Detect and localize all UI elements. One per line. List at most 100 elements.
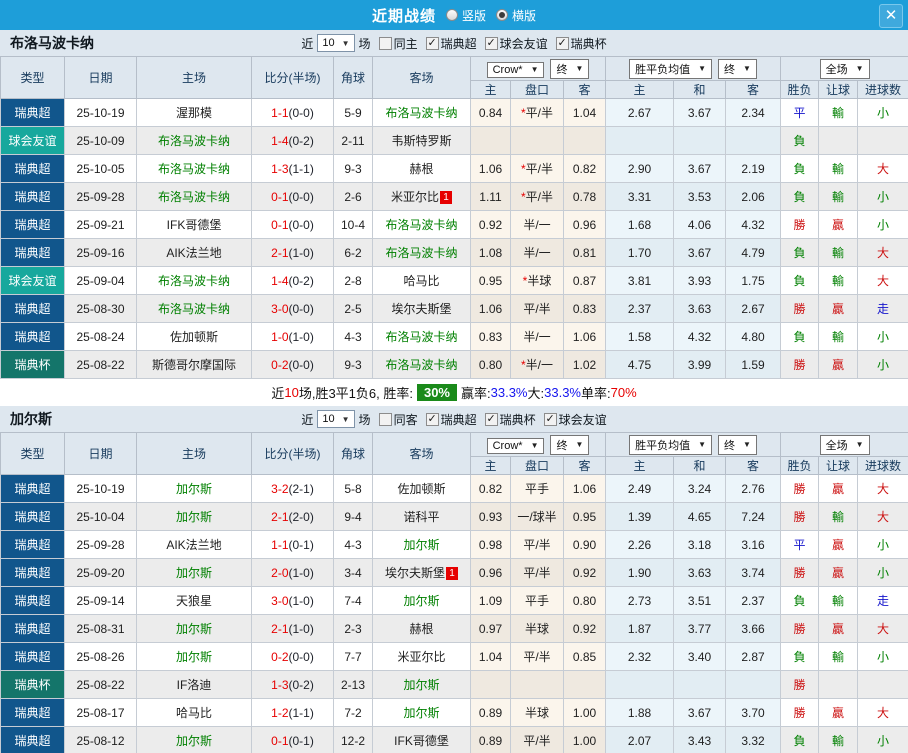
- league-badge: 瑞典杯: [0, 350, 65, 379]
- filter-suffix-label: 场: [358, 36, 371, 51]
- avg-odds-group: 胜平负均值 ▼ 终 ▼: [605, 56, 782, 81]
- result-handicap: 贏: [818, 350, 859, 379]
- away-team: 赫根: [372, 614, 471, 643]
- result-goals: 大: [857, 698, 908, 727]
- avg-stage-select[interactable]: 终 ▼: [718, 58, 757, 79]
- match-date: 25-08-22: [64, 670, 137, 699]
- filter-checkbox-瑞典超[interactable]: [425, 36, 439, 50]
- league-badge: 瑞典超: [0, 154, 65, 183]
- match-date: 25-08-26: [64, 642, 137, 671]
- filter-checkbox-同主[interactable]: [378, 36, 392, 50]
- avg-stage-select[interactable]: 终 ▼: [718, 434, 757, 455]
- halftime-score: (0-0): [288, 189, 314, 204]
- filter-prefix-label: 近: [301, 412, 314, 427]
- layout-option-vertical[interactable]: 竖版: [445, 7, 486, 24]
- result-goals: 走: [857, 586, 908, 615]
- chevron-down-icon: ▼: [530, 441, 539, 450]
- corner-count: 2-11: [333, 126, 373, 155]
- avg-draw-odds: [673, 126, 727, 155]
- handicap-text: 半/一: [523, 246, 551, 260]
- bookmaker-select[interactable]: Crow* ▼: [486, 61, 545, 78]
- result-goals: 小: [857, 530, 908, 559]
- column-header-类型: 类型: [0, 56, 65, 99]
- halftime-score: (0-1): [288, 537, 314, 552]
- league-badge: 瑞典超: [0, 322, 65, 351]
- period-select-value: 全场: [825, 439, 848, 452]
- avg-odds-select[interactable]: 胜平负均值 ▼: [629, 434, 713, 455]
- halftime-score: (2-0): [288, 509, 314, 524]
- home-team: 加尔斯: [136, 614, 252, 643]
- layout-option-horizontal[interactable]: 横版: [496, 7, 536, 24]
- column-header-客场: 客场: [372, 56, 471, 99]
- fulltime-score: 2-0: [271, 565, 289, 580]
- sub-header-让球: 让球: [818, 456, 859, 475]
- result-goals: [857, 670, 908, 699]
- result-goals: [857, 126, 908, 155]
- filter-checkbox-瑞典杯[interactable]: [555, 36, 569, 50]
- filter-checkbox-球会友谊[interactable]: [484, 36, 498, 50]
- filter-checkbox-瑞典超[interactable]: [425, 412, 439, 426]
- horizontal-radio-icon[interactable]: [496, 9, 508, 21]
- avg-draw-odds: 3.18: [673, 530, 727, 559]
- crown-away-odds: 1.02: [562, 350, 607, 379]
- score: 1-1(0-1): [251, 530, 334, 559]
- filter-checkbox-瑞典杯[interactable]: [484, 412, 498, 426]
- result-handicap: 輸: [818, 182, 859, 211]
- filter-suffix-label: 场: [358, 412, 371, 427]
- home-team: 斯德哥尔摩国际: [136, 350, 252, 379]
- chevron-down-icon: ▼: [698, 440, 707, 449]
- sub-header-客: 客: [562, 456, 607, 475]
- odds-stage-select[interactable]: 终 ▼: [550, 58, 590, 79]
- match-date: 25-09-14: [64, 586, 137, 615]
- avg-odds-select[interactable]: 胜平负均值 ▼: [629, 58, 713, 79]
- corner-count: 7-7: [333, 642, 373, 671]
- corner-count: 9-3: [333, 154, 373, 183]
- away-team: IFK哥德堡: [372, 726, 471, 753]
- summary-text: 33.3%: [490, 385, 528, 400]
- avg-odds-select-value: 胜平负均值: [635, 439, 691, 452]
- avg-home-odds: 1.58: [605, 322, 675, 351]
- fulltime-score: 0-2: [271, 357, 289, 372]
- match-count-select[interactable]: 10 ▼: [317, 410, 355, 428]
- avg-draw-odds: 4.06: [673, 210, 727, 239]
- table-row: 瑞典超 25-10-19 渥那模 1-1(0-0) 5-9 布洛马波卡纳 0.84 *平/半 1…: [0, 98, 908, 127]
- handicap-line: *平/半: [510, 98, 564, 127]
- filter-prefix-label: 近: [301, 36, 314, 51]
- avg-away-odds: 3.74: [725, 558, 782, 587]
- result-goals: 大: [857, 502, 908, 531]
- period-select[interactable]: 全场 ▼: [819, 434, 870, 455]
- period-select[interactable]: 全场 ▼: [819, 58, 870, 79]
- table-row: 瑞典超 25-10-05 布洛马波卡纳 1-3(1-1) 9-3 赫根 1.06 *平/半 0.…: [0, 154, 908, 183]
- match-date: 25-08-31: [64, 614, 137, 643]
- home-team: 布洛马波卡纳: [136, 266, 252, 295]
- team-header-band-1: 加尔斯 近 10 ▼ 场 同客 瑞典超 瑞典杯 球会友谊: [0, 406, 908, 432]
- crown-away-odds: 0.90: [562, 530, 607, 559]
- filter-checkbox-label: 瑞典超: [440, 412, 477, 427]
- corner-count: 2-6: [333, 182, 373, 211]
- bookmaker-select[interactable]: Crow* ▼: [486, 437, 545, 454]
- result-handicap: 贏: [818, 558, 859, 587]
- score: 3-0(1-0): [251, 586, 334, 615]
- crown-home-odds: 0.82: [470, 474, 511, 503]
- handicap-line: [510, 670, 564, 699]
- match-count-select-value: 10: [322, 37, 335, 49]
- odds-stage-select[interactable]: 终 ▼: [550, 434, 590, 455]
- handicap-text: 平/半: [523, 650, 551, 664]
- filter-checkbox-球会友谊[interactable]: [543, 412, 557, 426]
- filter-checkbox-同客[interactable]: [378, 412, 392, 426]
- period-select-value: 全场: [825, 63, 848, 76]
- crown-home-odds: 0.92: [470, 210, 511, 239]
- league-badge: 瑞典超: [0, 182, 65, 211]
- match-count-select[interactable]: 10 ▼: [317, 34, 355, 52]
- handicap-text: 半球: [524, 706, 549, 720]
- crown-home-odds: 0.95: [470, 266, 511, 295]
- table-row: 瑞典超 25-09-21 IFK哥德堡 0-1(0-0) 10-4 布洛马波卡纳 0.92 半…: [0, 210, 908, 239]
- close-icon[interactable]: ✕: [879, 4, 903, 28]
- score: 1-4(0-2): [251, 266, 334, 295]
- handicap-line: 半球: [510, 614, 564, 643]
- result-handicap: 贏: [818, 698, 859, 727]
- avg-stage-select-value: 终: [724, 439, 736, 452]
- result-outcome: 負: [780, 126, 820, 155]
- vertical-radio-icon[interactable]: [445, 9, 458, 21]
- result-outcome: 勝: [780, 698, 820, 727]
